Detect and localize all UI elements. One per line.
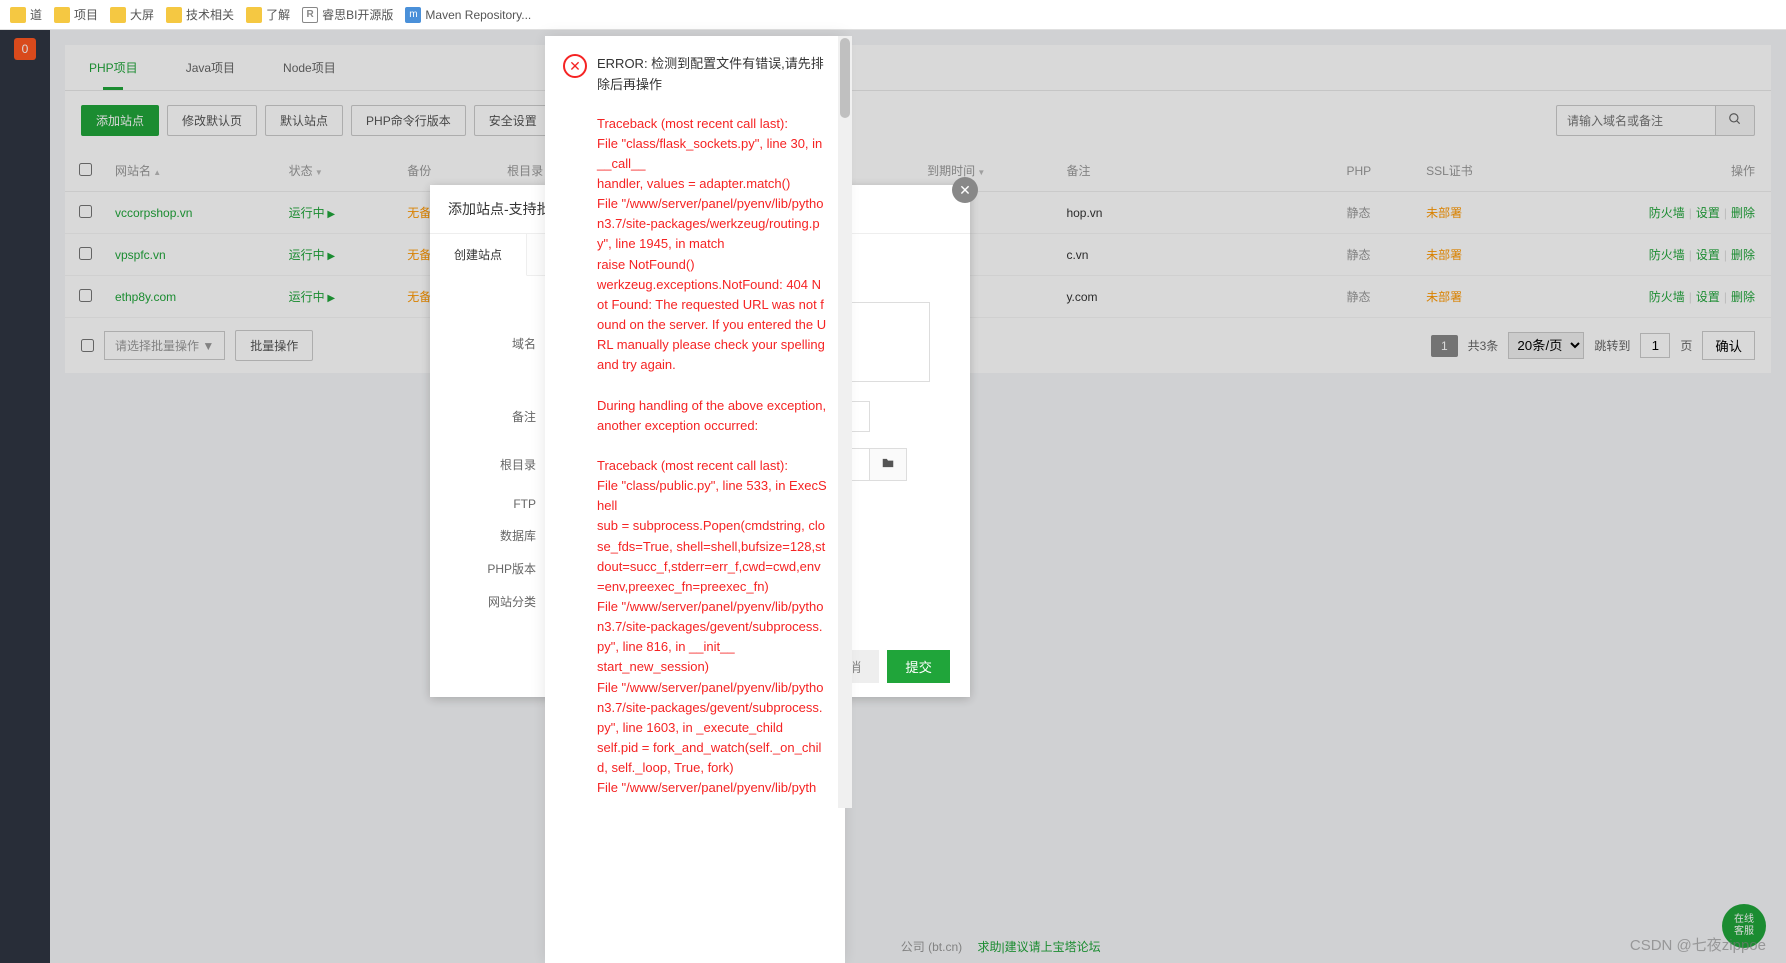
root-label: 根目录: [430, 456, 550, 473]
domain-label: 域名: [430, 335, 550, 352]
database-label: 数据库: [430, 527, 550, 544]
bookmarks-bar: 道 项目 大屏 技术相关 了解 R睿思BI开源版 mMaven Reposito…: [0, 0, 1786, 30]
r-icon: R: [302, 7, 318, 23]
folder-icon: [246, 7, 262, 23]
modal-close-button[interactable]: ✕: [952, 177, 978, 203]
folder-icon: [880, 456, 896, 470]
bookmark-item[interactable]: 项目: [54, 6, 98, 23]
ftp-label: FTP: [430, 497, 550, 511]
folder-icon: [54, 7, 70, 23]
bookmark-item[interactable]: 道: [10, 6, 42, 23]
watermark: CSDN @七夜zippoe: [1630, 934, 1766, 955]
phpver-label: PHP版本: [430, 560, 550, 577]
error-title: ERROR: 检测到配置文件有错误,请先排除后再操作: [597, 54, 827, 96]
error-icon: ✕: [563, 54, 587, 78]
tab-create-site[interactable]: 创建站点: [430, 234, 527, 276]
category-label: 网站分类: [430, 593, 550, 610]
bookmark-item[interactable]: mMaven Repository...: [405, 7, 531, 23]
scrollbar-thumb[interactable]: [840, 38, 850, 118]
folder-browse-button[interactable]: [870, 448, 907, 481]
bookmark-item[interactable]: 技术相关: [166, 6, 234, 23]
submit-button[interactable]: 提交: [887, 650, 950, 683]
note-label: 备注: [430, 408, 550, 425]
mvn-icon: m: [405, 7, 421, 23]
error-traceback: Traceback (most recent call last): File …: [563, 114, 827, 799]
bookmark-item[interactable]: 了解: [246, 6, 290, 23]
bookmark-item[interactable]: 大屏: [110, 6, 154, 23]
error-modal: ✕ ERROR: 检测到配置文件有错误,请先排除后再操作 Traceback (…: [545, 36, 845, 963]
folder-icon: [110, 7, 126, 23]
folder-icon: [166, 7, 182, 23]
folder-icon: [10, 7, 26, 23]
error-scrollbar[interactable]: [838, 36, 852, 808]
bookmark-item[interactable]: R睿思BI开源版: [302, 6, 393, 23]
